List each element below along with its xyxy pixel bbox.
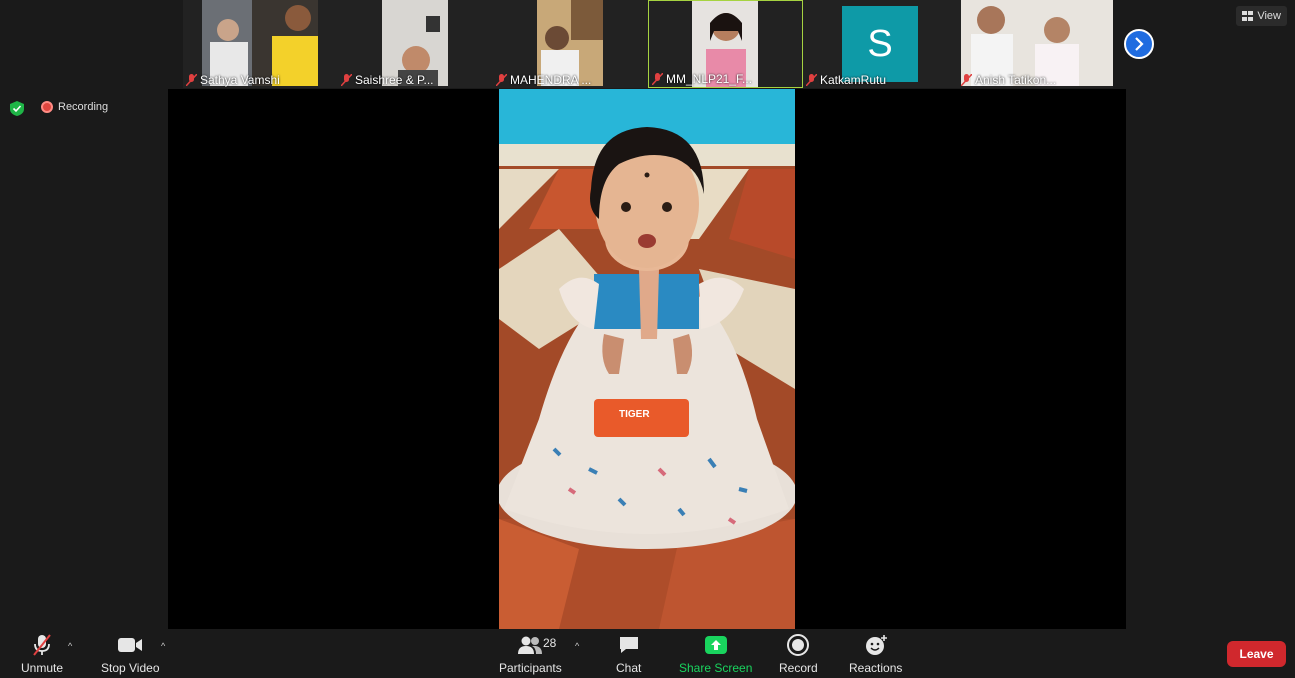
recording-indicator[interactable]: Recording [41, 101, 108, 113]
participant-name: Anish Tatikon... [961, 73, 1056, 87]
stop-video-button[interactable]: Stop Video [101, 633, 160, 675]
muted-mic-icon [186, 74, 197, 86]
share-screen-icon [704, 636, 727, 654]
recording-label: Recording [58, 101, 109, 113]
participant-tile[interactable]: S KatkamRutu [803, 0, 958, 88]
unmute-button[interactable]: Unmute [21, 633, 63, 675]
muted-mic-icon [652, 73, 663, 85]
participant-name-text: Sathya Vamshi [200, 73, 280, 87]
muted-mic-icon [496, 74, 507, 86]
svg-text:TIGER: TIGER [619, 409, 650, 420]
participant-name: Sathya Vamshi [186, 73, 280, 87]
record-icon [787, 634, 810, 656]
record-label: Record [779, 661, 818, 675]
participant-name-text: MAHENDRA ... [510, 73, 592, 87]
meeting-toolbar: Unmute ^ Stop Video ^ Participants 28 ^ … [0, 629, 1295, 678]
chat-bubble-icon [619, 637, 638, 653]
chat-button[interactable]: Chat [616, 633, 641, 675]
audio-options-caret-icon[interactable]: ^ [68, 641, 72, 651]
security-shield-icon[interactable] [10, 101, 24, 116]
participants-count: 28 [543, 636, 557, 650]
share-screen-button[interactable]: Share Screen [679, 633, 752, 675]
grid-view-icon [1242, 11, 1254, 21]
reactions-label: Reactions [849, 661, 903, 675]
participant-tile[interactable]: MAHENDRA ... [493, 0, 648, 88]
video-options-caret-icon[interactable]: ^ [161, 641, 165, 651]
muted-mic-icon [806, 74, 817, 86]
participant-name-text: Anish Tatikon... [975, 73, 1057, 87]
next-page-button[interactable] [1124, 29, 1154, 59]
participant-name-text: MM_NLP21_F... [666, 72, 753, 86]
active-speaker-video: TIGER [499, 89, 795, 629]
participant-name: MM_NLP21_F... [652, 72, 752, 86]
participants-options-caret-icon[interactable]: ^ [575, 641, 579, 651]
participant-name-text: KatkamRutu [820, 73, 887, 87]
participants-label: Participants [499, 661, 562, 675]
muted-mic-icon [961, 74, 972, 86]
participant-strip: Sathya Vamshi Saishree & P... MAHENDRA .… [183, 0, 1113, 88]
main-video-stage: TIGER [168, 89, 1126, 629]
participant-tile[interactable]: Sathya Vamshi [183, 0, 338, 88]
stop-video-label: Stop Video [101, 661, 160, 675]
participant-tile-active[interactable]: MM_NLP21_F... [648, 0, 803, 88]
mic-muted-icon [33, 634, 51, 656]
chat-label: Chat [616, 661, 642, 675]
muted-mic-icon [341, 74, 352, 86]
record-button[interactable]: Record [779, 633, 818, 675]
unmute-label: Unmute [21, 661, 64, 675]
video-camera-icon [118, 638, 143, 652]
chevron-right-icon [1135, 37, 1144, 51]
view-button[interactable]: View [1236, 6, 1287, 26]
participant-tile[interactable]: Anish Tatikon... [958, 0, 1113, 88]
participant-name: Saishree & P... [341, 73, 434, 87]
recording-dot-icon [41, 101, 53, 113]
participant-name: KatkamRutu [806, 73, 886, 87]
participant-avatar: S [842, 6, 918, 82]
leave-button[interactable]: Leave [1227, 641, 1286, 667]
participants-icon [518, 636, 543, 654]
reactions-button[interactable]: Reactions [849, 633, 902, 675]
share-screen-label: Share Screen [679, 661, 753, 675]
smiley-icon [865, 635, 887, 655]
participant-tile[interactable]: Saishree & P... [338, 0, 493, 88]
participant-name: MAHENDRA ... [496, 73, 591, 87]
participant-name-text: Saishree & P... [355, 73, 434, 87]
view-label: View [1257, 10, 1281, 22]
